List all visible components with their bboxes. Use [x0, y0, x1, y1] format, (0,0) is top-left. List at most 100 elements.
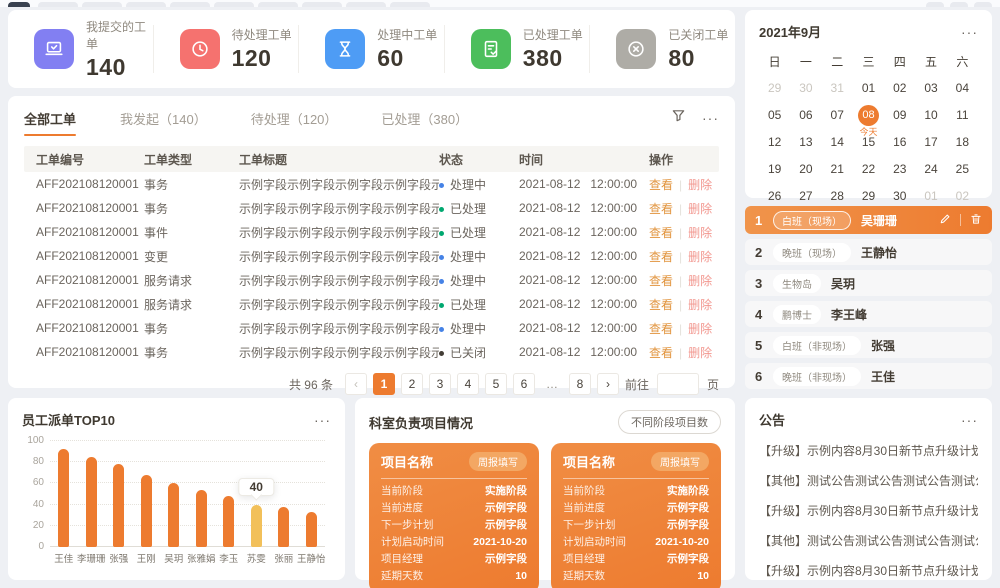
calendar-day[interactable]: 27 [790, 184, 821, 208]
goto-page-input[interactable] [657, 373, 699, 395]
browser-tab[interactable] [170, 2, 210, 7]
delete-link[interactable]: 删除 [688, 322, 712, 336]
announcement-item[interactable]: 【其他】测试公告测试公告测试公告测试公告测试公告 [759, 532, 978, 549]
view-link[interactable]: 查看 [649, 346, 673, 360]
ellipsis-icon[interactable]: ··· [961, 25, 978, 39]
view-link[interactable]: 查看 [649, 298, 673, 312]
browser-tab[interactable] [390, 2, 430, 7]
calendar-day[interactable]: 01 [853, 76, 884, 100]
tab-pending[interactable]: 待处理（120） [251, 109, 338, 136]
calendar-day[interactable]: 28 [822, 184, 853, 208]
calendar-day[interactable]: 26 [759, 184, 790, 208]
announcement-item[interactable]: 【升级】示例内容8月30日新节点升级计划通知 [759, 562, 978, 579]
calendar-day[interactable]: 04 [947, 76, 978, 100]
delete-link[interactable]: 删除 [688, 298, 712, 312]
calendar-day[interactable]: 10 [915, 103, 946, 127]
delete-link[interactable]: 删除 [688, 178, 712, 192]
calendar-day[interactable]: 07 [822, 103, 853, 127]
calendar-day[interactable]: 05 [759, 103, 790, 127]
browser-control[interactable] [926, 2, 944, 7]
page-button-5[interactable]: 5 [485, 373, 507, 395]
schedule-item[interactable]: 5 白班（非现场） 张强 [745, 332, 992, 358]
announcement-item[interactable]: 【其他】测试公告测试公告测试公告测试公告测试公告 [759, 472, 978, 489]
browser-control[interactable] [950, 2, 968, 7]
tab-processed[interactable]: 已处理（380） [381, 109, 468, 136]
browser-tab[interactable] [346, 2, 386, 7]
page-button-3[interactable]: 3 [429, 373, 451, 395]
delete-link[interactable]: 删除 [688, 346, 712, 360]
browser-tab[interactable] [214, 2, 254, 7]
calendar-day[interactable]: 11 [947, 103, 978, 127]
delete-link[interactable]: 删除 [688, 202, 712, 216]
calendar-day[interactable]: 21 [822, 157, 853, 181]
tab-all[interactable]: 全部工单 [24, 109, 76, 136]
browser-tab[interactable] [38, 2, 78, 7]
view-link[interactable]: 查看 [649, 202, 673, 216]
page-button-4[interactable]: 4 [457, 373, 479, 395]
calendar-day[interactable]: 30 [790, 76, 821, 100]
schedule-item[interactable]: 4 鹏博士 李王峰 [745, 301, 992, 327]
calendar-day[interactable]: 30 [884, 184, 915, 208]
calendar-day[interactable]: 16 [884, 130, 915, 154]
browser-tab[interactable] [8, 2, 30, 7]
tab-mine[interactable]: 我发起（140） [120, 109, 207, 136]
browser-tab[interactable] [82, 2, 122, 7]
calendar-day[interactable]: 22 [853, 157, 884, 181]
calendar-day[interactable]: 29 [759, 76, 790, 100]
view-link[interactable]: 查看 [649, 226, 673, 240]
page-button-2[interactable]: 2 [401, 373, 423, 395]
stage-filter-button[interactable]: 不同阶段项目数 [618, 410, 721, 434]
calendar-day[interactable]: 03 [915, 76, 946, 100]
browser-control[interactable] [974, 2, 992, 7]
calendar-day[interactable]: 17 [915, 130, 946, 154]
calendar-day[interactable]: 18 [947, 130, 978, 154]
weekly-report-badge[interactable]: 周报填写 [469, 452, 527, 471]
announcement-item[interactable]: 【升级】示例内容8月30日新节点升级计划通知 [759, 442, 978, 459]
view-link[interactable]: 查看 [649, 274, 673, 288]
schedule-item[interactable]: 2 晚班（现场） 王静怡 [745, 239, 992, 265]
view-link[interactable]: 查看 [649, 322, 673, 336]
calendar-day[interactable]: 19 [759, 157, 790, 181]
page-button-8[interactable]: 8 [569, 373, 591, 395]
chevron-right-icon[interactable]: › [597, 373, 619, 395]
calendar-day[interactable]: 12 [759, 130, 790, 154]
calendar-day[interactable]: 15 [853, 130, 884, 154]
calendar-day[interactable]: 29 [853, 184, 884, 208]
calendar-day[interactable]: 02 [947, 184, 978, 208]
browser-tab[interactable] [302, 2, 342, 7]
funnel-icon[interactable] [671, 108, 686, 128]
announcement-item[interactable]: 【升级】示例内容8月30日新节点升级计划通知 [759, 502, 978, 519]
calendar-day[interactable]: 14 [822, 130, 853, 154]
calendar-day[interactable]: 31 [822, 76, 853, 100]
calendar-day[interactable]: 09 [884, 103, 915, 127]
delete-link[interactable]: 删除 [688, 250, 712, 264]
pencil-icon[interactable] [939, 213, 951, 228]
view-link[interactable]: 查看 [649, 250, 673, 264]
page-ellipsis[interactable]: … [541, 373, 563, 395]
calendar-day[interactable]: 01 [915, 184, 946, 208]
ellipsis-icon[interactable]: ··· [702, 111, 719, 125]
calendar-day[interactable]: 13 [790, 130, 821, 154]
calendar-day[interactable]: 06 [790, 103, 821, 127]
schedule-item[interactable]: 6 晚班（非现场） 王佳 [745, 363, 992, 389]
delete-link[interactable]: 删除 [688, 226, 712, 240]
page-button-6[interactable]: 6 [513, 373, 535, 395]
schedule-item[interactable]: 1 白班（现场） 吴珊珊 [745, 206, 992, 234]
calendar-day-today[interactable]: 08今天 [853, 103, 884, 127]
calendar-day[interactable]: 20 [790, 157, 821, 181]
ellipsis-icon[interactable]: ··· [314, 413, 331, 427]
browser-tab[interactable] [126, 2, 166, 7]
calendar-day[interactable]: 25 [947, 157, 978, 181]
weekly-report-badge[interactable]: 周报填写 [651, 452, 709, 471]
calendar-day[interactable]: 24 [915, 157, 946, 181]
view-link[interactable]: 查看 [649, 178, 673, 192]
calendar-day[interactable]: 02 [884, 76, 915, 100]
chevron-left-icon[interactable]: ‹ [345, 373, 367, 395]
delete-link[interactable]: 删除 [688, 274, 712, 288]
browser-tab[interactable] [258, 2, 298, 7]
schedule-item[interactable]: 3 生物岛 吴玥 [745, 270, 992, 296]
page-button-1[interactable]: 1 [373, 373, 395, 395]
trash-icon[interactable] [970, 213, 982, 228]
ellipsis-icon[interactable]: ··· [961, 413, 978, 427]
calendar-day[interactable]: 23 [884, 157, 915, 181]
